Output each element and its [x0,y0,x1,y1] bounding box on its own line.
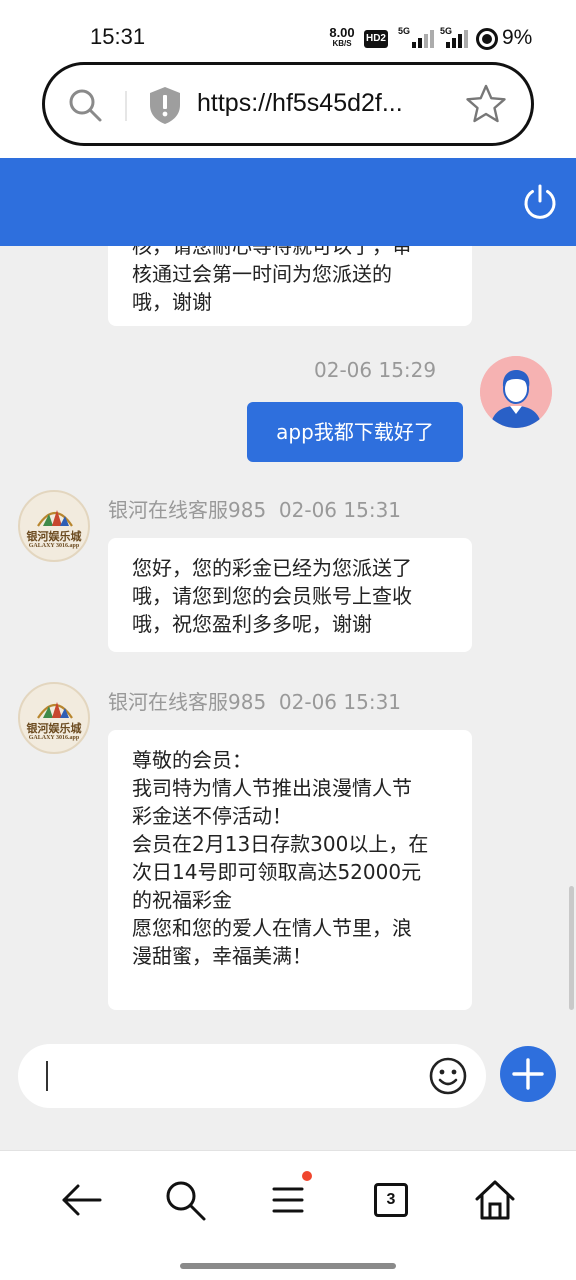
notification-dot [302,1171,312,1181]
tab-count: 3 [374,1183,408,1217]
message-timestamp: 02-06 15:31 [278,498,402,522]
sender-name: 银河在线客服985 [108,498,267,522]
user-avatar-icon [480,356,552,428]
logo-subtext: GALAXY 3016.app [28,543,80,549]
logo-text: 银河娱乐城 [26,722,82,735]
divider [125,91,127,121]
tabs-button[interactable]: 3 [368,1177,414,1223]
message-timestamp: 02-06 15:29 [314,358,437,382]
scrollbar[interactable] [569,886,574,1010]
address-bar[interactable]: https://hf5s45d2f... [42,62,534,146]
power-icon[interactable] [520,182,560,222]
smiley-icon[interactable] [428,1056,468,1096]
search-icon[interactable] [162,1177,208,1223]
message-bubble: 您好，您的彩金已经为您派送了 哦，请您到您的会员账号上查收 哦，祝您盈利多多呢，… [108,538,472,652]
message-line: 您好，您的彩金已经为您派送了 [132,556,412,580]
message-line: 漫甜蜜，幸福美满！ [132,944,312,968]
add-button[interactable] [500,1046,556,1102]
message-line: 我司特为情人节推出浪漫情人节 [132,776,412,800]
chat-messages[interactable]: 核，请您耐心等待就可以了，审 核通过会第一时间为您派送的 哦，谢谢 02-06 … [0,246,576,1026]
search-icon[interactable] [67,87,103,123]
signal-icon-1: 5G [398,26,434,50]
menu-button[interactable] [266,1171,312,1223]
message-line: 愿您和您的爱人在情人节里，浪 [132,916,412,940]
network-speed-unit: KB/S [332,39,352,48]
message-bubble: 核，请您耐心等待就可以了，审 核通过会第一时间为您派送的 哦，谢谢 [108,246,472,326]
plus-icon [512,1058,544,1090]
message-input[interactable] [18,1044,486,1108]
network-speed: 8.00 KB/S [326,26,358,48]
message-line: 哦，谢谢 [132,290,212,314]
star-icon[interactable] [465,83,507,125]
composer [0,1026,576,1150]
message-line: 核，请您耐心等待就可以了，审 [132,246,412,258]
message-line: 核通过会第一时间为您派送的 [132,262,392,286]
hd-voice-icon: HD2 [364,30,388,48]
message-line: 尊敬的会员： [132,748,252,772]
sent-message-bubble: app我都下载好了 [247,402,463,462]
message-line: 彩金送不停活动！ [132,804,292,828]
gesture-bar[interactable] [180,1263,396,1269]
signal-icon-2: 5G [440,26,476,50]
message-bubble: 尊敬的会员： 我司特为情人节推出浪漫情人节 彩金送不停活动！ 会员在2月13日存… [108,730,472,1010]
agent-avatar[interactable]: 银河娱乐城 GALAXY 3016.app [18,490,90,562]
message-timestamp: 02-06 15:31 [278,690,402,714]
user-avatar[interactable] [480,356,552,428]
message-line: 次日14号即可领取高达52000元 [132,860,422,884]
battery-percent: 9% [502,26,533,49]
status-time: 15:31 [90,24,146,49]
message-line: 的祝福彩金 [132,888,232,912]
logo-subtext: GALAXY 3016.app [28,735,80,741]
sender-name: 银河在线客服985 [108,690,267,714]
browser-bottom-nav: 3 [0,1150,576,1280]
galaxy-logo-icon [37,510,73,527]
back-arrow-icon[interactable] [58,1177,104,1223]
message-line: 哦，请您到您的会员账号上查收 [132,584,412,608]
message-sender: 银河在线客服985 02-06 15:31 [108,494,401,523]
chat-header [0,158,576,246]
url-text[interactable]: https://hf5s45d2f... [197,89,445,118]
message-line: 会员在2月13日存款300以上，在 [132,832,429,856]
menu-icon [272,1187,304,1213]
text-caret [46,1061,48,1091]
battery-icon [476,28,498,50]
message-line: 哦，祝您盈利多多呢，谢谢 [132,612,372,636]
message-sender: 银河在线客服985 02-06 15:31 [108,686,401,715]
agent-avatar[interactable]: 银河娱乐城 GALAXY 3016.app [18,682,90,754]
status-bar: 15:31 8.00 KB/S HD2 5G 5G 9% [0,0,576,64]
logo-text: 银河娱乐城 [26,530,82,543]
home-icon[interactable] [472,1177,518,1223]
network-speed-value: 8.00 [329,25,355,40]
shield-warning-icon[interactable] [147,85,183,125]
galaxy-logo-icon [37,702,73,719]
